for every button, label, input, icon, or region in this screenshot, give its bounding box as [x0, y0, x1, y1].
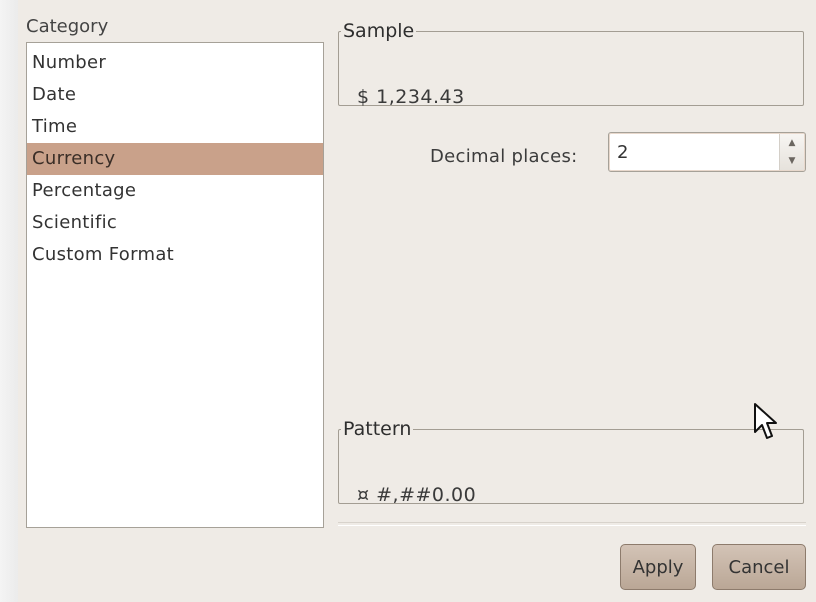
spin-buttons: ▲ ▼: [779, 134, 804, 170]
left-gutter: [0, 0, 18, 602]
format-dialog: Category Number Date Time Currency Perce…: [18, 0, 816, 602]
sample-group: Sample $ 1,234.43: [338, 20, 804, 108]
category-item-currency[interactable]: Currency: [27, 143, 323, 175]
cancel-button[interactable]: Cancel: [712, 544, 806, 590]
category-list[interactable]: Number Date Time Currency Percentage Sci…: [26, 42, 324, 528]
button-separator: [338, 522, 806, 526]
spin-down-arrow-icon[interactable]: ▼: [780, 152, 804, 170]
category-item-time[interactable]: Time: [27, 111, 323, 143]
spin-up-arrow-icon[interactable]: ▲: [780, 134, 804, 152]
decimal-places-input[interactable]: [615, 138, 769, 166]
category-item-date[interactable]: Date: [27, 79, 323, 111]
category-item-percentage[interactable]: Percentage: [27, 175, 323, 207]
pattern-value: ¤ #,##0.00: [357, 484, 477, 506]
category-item-custom-format[interactable]: Custom Format: [27, 239, 323, 271]
mouse-pointer-icon: [754, 403, 777, 439]
pattern-group: Pattern ¤ #,##0.00: [338, 418, 804, 506]
sample-value: $ 1,234.43: [357, 86, 465, 108]
pattern-legend: Pattern: [343, 418, 412, 440]
category-item-scientific[interactable]: Scientific: [27, 207, 323, 239]
category-label: Category: [26, 16, 109, 37]
decimal-places-label: Decimal places:: [430, 146, 578, 167]
category-item-number[interactable]: Number: [27, 47, 323, 79]
decimal-places-spinbox[interactable]: ▲ ▼: [608, 132, 806, 172]
sample-legend: Sample: [343, 20, 415, 42]
apply-button[interactable]: Apply: [620, 544, 696, 590]
